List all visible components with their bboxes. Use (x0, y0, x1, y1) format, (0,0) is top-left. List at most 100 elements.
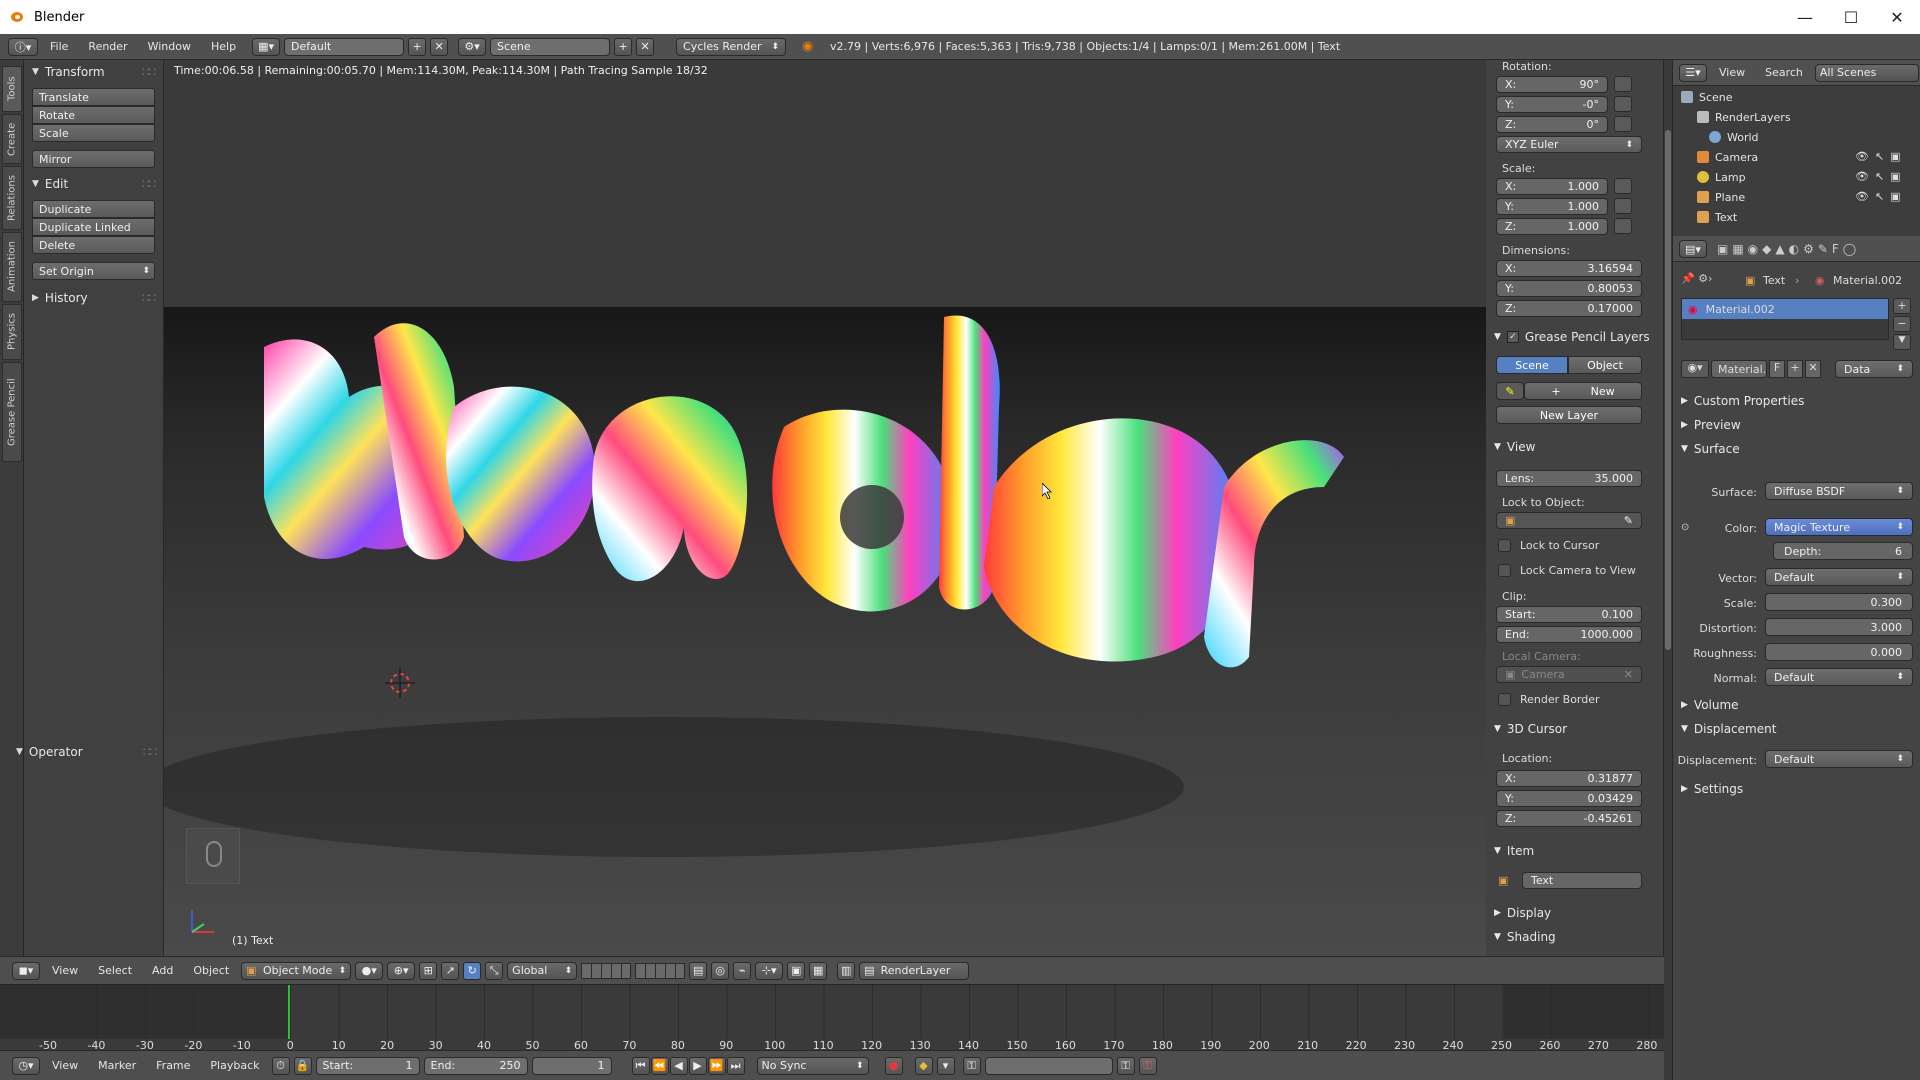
current-frame-field[interactable]: 1 (531, 1056, 612, 1075)
maximize-button[interactable]: ☐ (1828, 0, 1874, 34)
scale-manipulator-icon[interactable]: ⤡ (485, 961, 504, 980)
timeline-menu-playback[interactable]: Playback (202, 1059, 267, 1072)
duplicate-linked-button[interactable]: Duplicate Linked (32, 218, 155, 236)
material-browse-icon[interactable]: ◉▾ (1681, 360, 1709, 378)
delete-keyframe-icon[interactable]: ⚿ (1138, 1056, 1157, 1075)
clip-start-field[interactable]: Start: 0.100 (1496, 606, 1642, 623)
3d-cursor-panel-header[interactable]: ▼ 3D Cursor (1494, 722, 1567, 736)
unlink-material-icon[interactable]: ✕ (1805, 360, 1821, 378)
properties-context-icons[interactable]: ▣▦◉◆▲◐⚙✎F◯ (1717, 242, 1860, 256)
record-icon[interactable]: ● (884, 1056, 903, 1075)
tab-physics[interactable]: Physics (2, 304, 22, 360)
view-panel-header[interactable]: ▼ View (1494, 440, 1535, 454)
rotate-manipulator-icon[interactable]: ↻ (463, 961, 482, 980)
layers-grid-b[interactable] (635, 962, 686, 979)
jump-end-icon[interactable]: ⏭ (726, 1056, 745, 1075)
add-slot-icon[interactable]: + (1893, 298, 1911, 314)
history-panel-header[interactable]: ▶ History ∷∷ (24, 288, 163, 308)
translate-button[interactable]: Translate (32, 88, 155, 106)
sync-mode-select[interactable]: No Sync ⬍ (756, 1056, 869, 1075)
tab-animation[interactable]: Animation (2, 232, 22, 302)
material-link-select[interactable]: Data ⬍ (1835, 360, 1913, 378)
active-keying-icon[interactable]: ⚿ (962, 1056, 981, 1075)
scale-button[interactable]: Scale (32, 124, 155, 142)
outliner-item-renderlayers[interactable]: RenderLayers (1697, 108, 1791, 126)
drag-grip-icon[interactable]: ∷∷ (142, 65, 156, 79)
tab-create[interactable]: Create (2, 114, 22, 164)
pin-icon[interactable]: 📌 ⚙› (1681, 272, 1712, 285)
layout-field[interactable]: Default (284, 37, 405, 56)
lock-camera-to-view-checkbox[interactable] (1498, 564, 1511, 577)
distortion-field[interactable]: 3.000 (1765, 618, 1913, 636)
cursor-z-field[interactable]: Z: -0.45261 (1496, 810, 1642, 827)
outliner-item-lamp[interactable]: Lamp (1697, 168, 1746, 186)
scale-y-field[interactable]: Y: 1.000 (1496, 198, 1608, 215)
visibility-eye-icon[interactable]: 👁↖▣ (1855, 190, 1907, 203)
drag-grip-icon[interactable]: ∷∷ (142, 177, 156, 191)
rotate-button[interactable]: Rotate (32, 106, 155, 124)
cursor-y-field[interactable]: Y: 0.03429 (1496, 790, 1642, 807)
mode-select[interactable]: ▣ Object Mode ⬍ (241, 961, 352, 980)
volume-header[interactable]: ▶ Volume (1681, 698, 1739, 712)
eyedropper-icon[interactable]: ✎ (1624, 514, 1633, 527)
add-material-icon[interactable]: + (1787, 360, 1803, 378)
snap-icon[interactable]: ⌁ (733, 961, 752, 980)
add-scene-icon[interactable]: + (614, 37, 633, 56)
3d-cursor-icon[interactable] (385, 668, 415, 698)
lens-field[interactable]: Lens: 35.000 (1496, 470, 1642, 487)
snap-element-icon[interactable]: ⊹▾ (755, 961, 784, 980)
3d-viewport[interactable]: Time:00:06.58 | Remaining:00:05.70 | Mem… (164, 60, 1486, 956)
display-panel-header[interactable]: ▶ Display (1494, 906, 1551, 920)
set-origin-select[interactable]: Set Origin ⬍ (32, 262, 155, 280)
insert-keyframe-icon[interactable]: ⚿ (1116, 1056, 1135, 1075)
manipulator-icon[interactable]: ⊞ (419, 961, 438, 980)
editor-type-info-icon[interactable]: ⓘ▾ (8, 37, 38, 56)
operator-panel-header[interactable]: ▼ Operator ∷∷ (8, 742, 164, 762)
edit-panel-header[interactable]: ▼ Edit ∷∷ (24, 174, 163, 194)
menu-render[interactable]: Render (80, 40, 135, 53)
outliner-item-world[interactable]: World (1709, 128, 1759, 146)
end-frame-field[interactable]: End: 250 (423, 1056, 528, 1075)
rotation-x-field[interactable]: X: 90° (1496, 76, 1608, 93)
add-layout-icon[interactable]: + (408, 37, 427, 56)
outliner-item-plane[interactable]: Plane (1697, 188, 1745, 206)
rotation-y-field[interactable]: Y: -0° (1496, 96, 1608, 113)
remove-slot-icon[interactable]: − (1893, 316, 1911, 332)
editor-type-3dview-icon[interactable]: ◼▾ (12, 961, 40, 980)
lock-layers-icon[interactable]: ▤ (689, 961, 708, 980)
outliner-view-menu[interactable]: View (1711, 66, 1753, 79)
lock-icon[interactable] (1614, 218, 1632, 234)
surface-header[interactable]: ▼ Surface (1681, 442, 1740, 456)
proportional-edit-icon[interactable]: ◎ (711, 961, 730, 980)
menu-view[interactable]: View (44, 964, 86, 977)
menu-help[interactable]: Help (203, 40, 244, 53)
pivot-point-icon[interactable]: ⊕▾ (387, 961, 416, 980)
timeline-playhead[interactable] (288, 985, 290, 1039)
drag-grip-icon[interactable]: ∷∷ (143, 745, 157, 759)
lock-object-field[interactable]: ▣ ✎ (1496, 512, 1642, 529)
displacement-input-select[interactable]: Default ⬍ (1765, 750, 1913, 768)
surface-shader-select[interactable]: Diffuse BSDF ⬍ (1765, 482, 1913, 500)
visibility-eye-icon[interactable]: 👁↖▣ (1855, 150, 1907, 163)
play-icon[interactable]: ▶ (688, 1056, 707, 1075)
prev-keyframe-icon[interactable]: ⏪ (650, 1056, 669, 1075)
dimension-y-field[interactable]: Y: 0.80053 (1496, 280, 1642, 297)
cursor-x-field[interactable]: X: 0.31877 (1496, 770, 1642, 787)
menu-object[interactable]: Object (185, 964, 237, 977)
rotation-z-field[interactable]: Z: 0° (1496, 116, 1608, 133)
local-camera-field[interactable]: ▣ Camera ✕ (1496, 666, 1642, 683)
clear-icon[interactable]: ✕ (1624, 668, 1633, 681)
outliner-filter-select[interactable]: All Scenes (1814, 63, 1919, 82)
item-name-field[interactable]: Text (1522, 872, 1642, 889)
gp-scene-tab[interactable]: Scene (1496, 356, 1568, 374)
render-border-checkbox[interactable] (1498, 693, 1511, 706)
opengl-render-icon[interactable]: ▣ (787, 961, 806, 980)
tab-relations[interactable]: Relations (2, 166, 22, 230)
normal-input-select[interactable]: Default ⬍ (1765, 668, 1913, 686)
outliner-item-scene[interactable]: Scene (1681, 88, 1733, 106)
timeline-menu-frame[interactable]: Frame (148, 1059, 198, 1072)
timeline[interactable]: -50 -40 -30 -20 -10 0 10 20 30 40 50 60 70 80 90 100 110… (0, 984, 1664, 1050)
editor-type-timeline-icon[interactable]: ◷▾ (12, 1056, 40, 1075)
dimension-z-field[interactable]: Z: 0.17000 (1496, 300, 1642, 317)
fake-user-button[interactable]: F (1769, 360, 1785, 378)
